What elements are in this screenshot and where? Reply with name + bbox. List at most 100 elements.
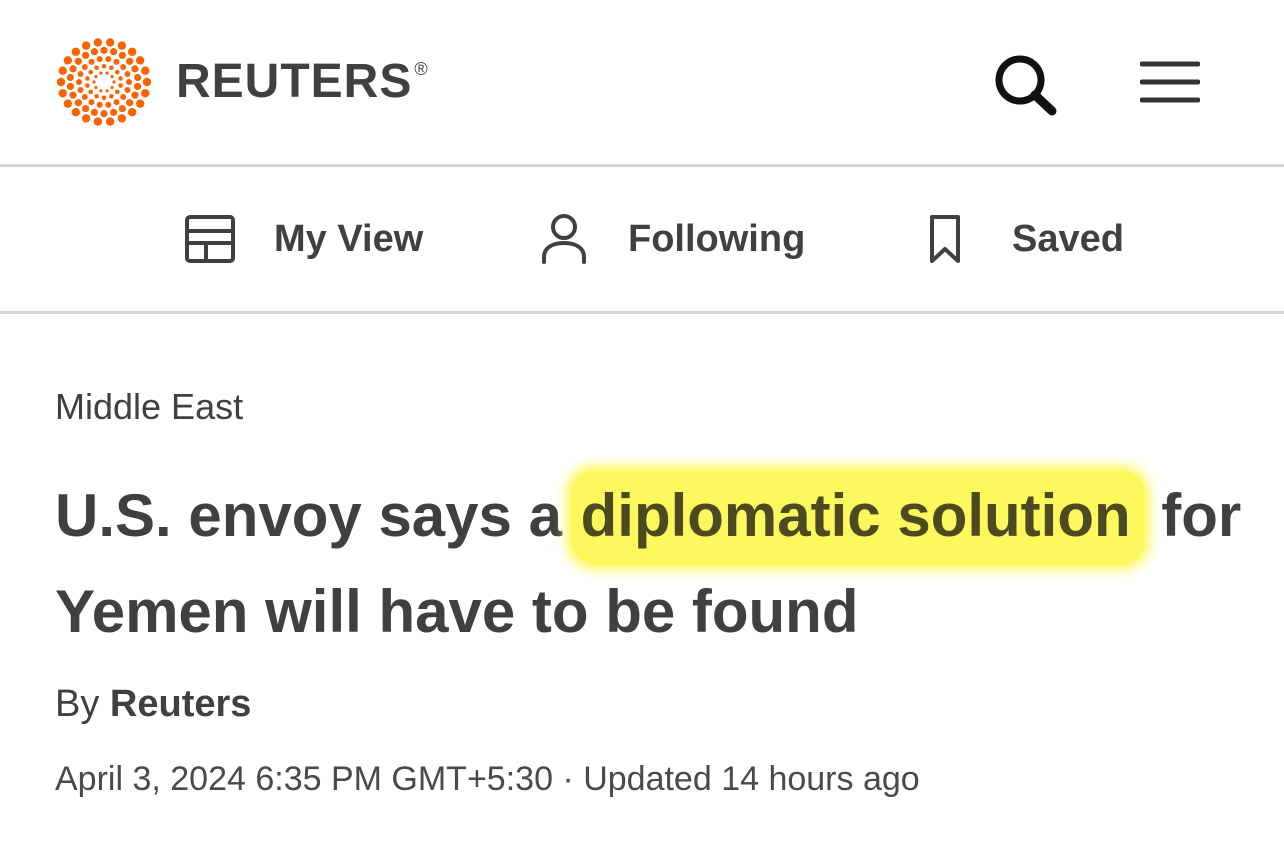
logo-dot xyxy=(76,79,82,85)
user-nav-bar: My View Following Saved xyxy=(0,167,1284,314)
logo-dot xyxy=(81,93,88,100)
logo-dot xyxy=(109,48,118,56)
logo-dot xyxy=(63,99,73,108)
logo-dot xyxy=(71,47,81,56)
logo-dot xyxy=(93,38,103,47)
nav-my-view[interactable]: My View xyxy=(184,167,423,311)
logo-dot xyxy=(77,86,84,93)
headline-text-start: U.S. envoy says a xyxy=(55,482,579,549)
nav-following[interactable]: Following xyxy=(540,167,805,311)
logo-dot xyxy=(120,93,127,100)
logo-dot xyxy=(69,91,77,99)
logo-dot xyxy=(81,114,91,123)
logo-dot xyxy=(126,79,132,85)
logo-dot xyxy=(63,56,73,65)
logo-dot xyxy=(56,77,66,87)
logo-dot xyxy=(74,57,82,65)
logo-dot xyxy=(120,64,127,71)
logo-dot xyxy=(81,64,88,71)
logo-dot xyxy=(66,73,74,82)
bookmark-icon xyxy=(930,215,960,263)
menu-button[interactable] xyxy=(1139,56,1201,108)
logo-dot xyxy=(69,65,77,73)
logo-dot xyxy=(112,80,116,84)
logo-dot xyxy=(94,85,98,90)
logo-dot xyxy=(100,46,108,54)
nav-my-view-label: My View xyxy=(274,217,424,260)
logo-dot xyxy=(88,69,94,75)
logo-dot xyxy=(90,108,99,116)
logo-dot xyxy=(88,58,95,65)
site-header: REUTERS ® xyxy=(0,0,1284,167)
byline-author[interactable]: Reuters xyxy=(110,683,252,725)
logo-dot xyxy=(109,108,118,116)
reuters-logo[interactable]: REUTERS ® xyxy=(54,36,429,128)
logo-dot xyxy=(94,93,99,99)
logo-dot xyxy=(114,69,120,75)
logo-dot xyxy=(110,85,114,90)
publish-dateline: April 3, 2024 6:35 PM GMT+5:30 · Updated… xyxy=(55,760,920,798)
logo-dot xyxy=(141,89,150,98)
byline: By Reuters xyxy=(55,683,251,726)
logo-dot xyxy=(101,95,107,101)
logo-dot xyxy=(92,80,96,84)
logo-dot xyxy=(131,65,139,73)
logo-dot xyxy=(105,56,112,63)
logo-dot xyxy=(90,48,99,56)
logo-dot xyxy=(135,56,145,65)
logo-dot xyxy=(126,57,134,65)
hamburger-menu-icon xyxy=(1139,61,1201,103)
logo-dot xyxy=(94,65,99,71)
logo-dot xyxy=(118,105,126,113)
person-icon xyxy=(542,214,586,264)
logo-dot xyxy=(131,91,139,99)
logo-dot xyxy=(93,117,103,126)
logo-dot xyxy=(96,56,103,63)
logo-dot xyxy=(110,74,114,79)
brand-name: REUTERS ® xyxy=(176,55,429,108)
logo-dot xyxy=(85,76,90,81)
logo-dot xyxy=(105,117,115,126)
logo-dot xyxy=(74,99,82,107)
nav-saved-label: Saved xyxy=(1012,217,1124,260)
logo-dot xyxy=(134,73,142,82)
byline-prefix: By xyxy=(55,683,100,725)
section-link[interactable]: Middle East xyxy=(55,386,243,428)
logo-dot xyxy=(81,41,91,50)
logo-dot xyxy=(135,99,145,108)
logo-dot xyxy=(82,105,90,113)
logo-dot xyxy=(142,77,152,87)
logo-dot xyxy=(118,83,123,88)
logo-dot xyxy=(100,110,108,118)
reuters-dot-logo-icon xyxy=(56,38,152,126)
highlighted-phrase: diplomatic solution xyxy=(570,470,1145,565)
logo-dot xyxy=(82,51,90,59)
logo-dot xyxy=(58,89,67,98)
logo-dot xyxy=(105,71,109,75)
logo-dot xyxy=(141,66,150,75)
logo-dot xyxy=(66,82,74,91)
logo-dot xyxy=(94,74,98,79)
logo-dot xyxy=(113,99,120,106)
article-page: REUTERS ® My View Following Saved Middle… xyxy=(0,0,1284,845)
logo-dot xyxy=(99,89,103,93)
logo-dot xyxy=(99,71,103,75)
logo-dot xyxy=(109,65,114,71)
logo-dot xyxy=(118,76,123,81)
logo-dot xyxy=(101,63,107,69)
search-icon xyxy=(995,55,1057,116)
logo-dot xyxy=(113,58,120,65)
search-button[interactable] xyxy=(990,52,1060,116)
logo-dot xyxy=(117,41,127,50)
logo-dot xyxy=(105,89,109,93)
nav-saved[interactable]: Saved xyxy=(928,167,1124,311)
logo-dot xyxy=(71,108,81,117)
logo-dot xyxy=(105,38,115,47)
logo-dot xyxy=(126,99,134,107)
registered-mark: ® xyxy=(414,59,429,79)
logo-dot xyxy=(127,108,137,117)
logo-dot xyxy=(134,82,142,91)
logo-dot xyxy=(85,83,90,88)
logo-dot xyxy=(118,51,126,59)
logo-dot xyxy=(105,101,112,108)
